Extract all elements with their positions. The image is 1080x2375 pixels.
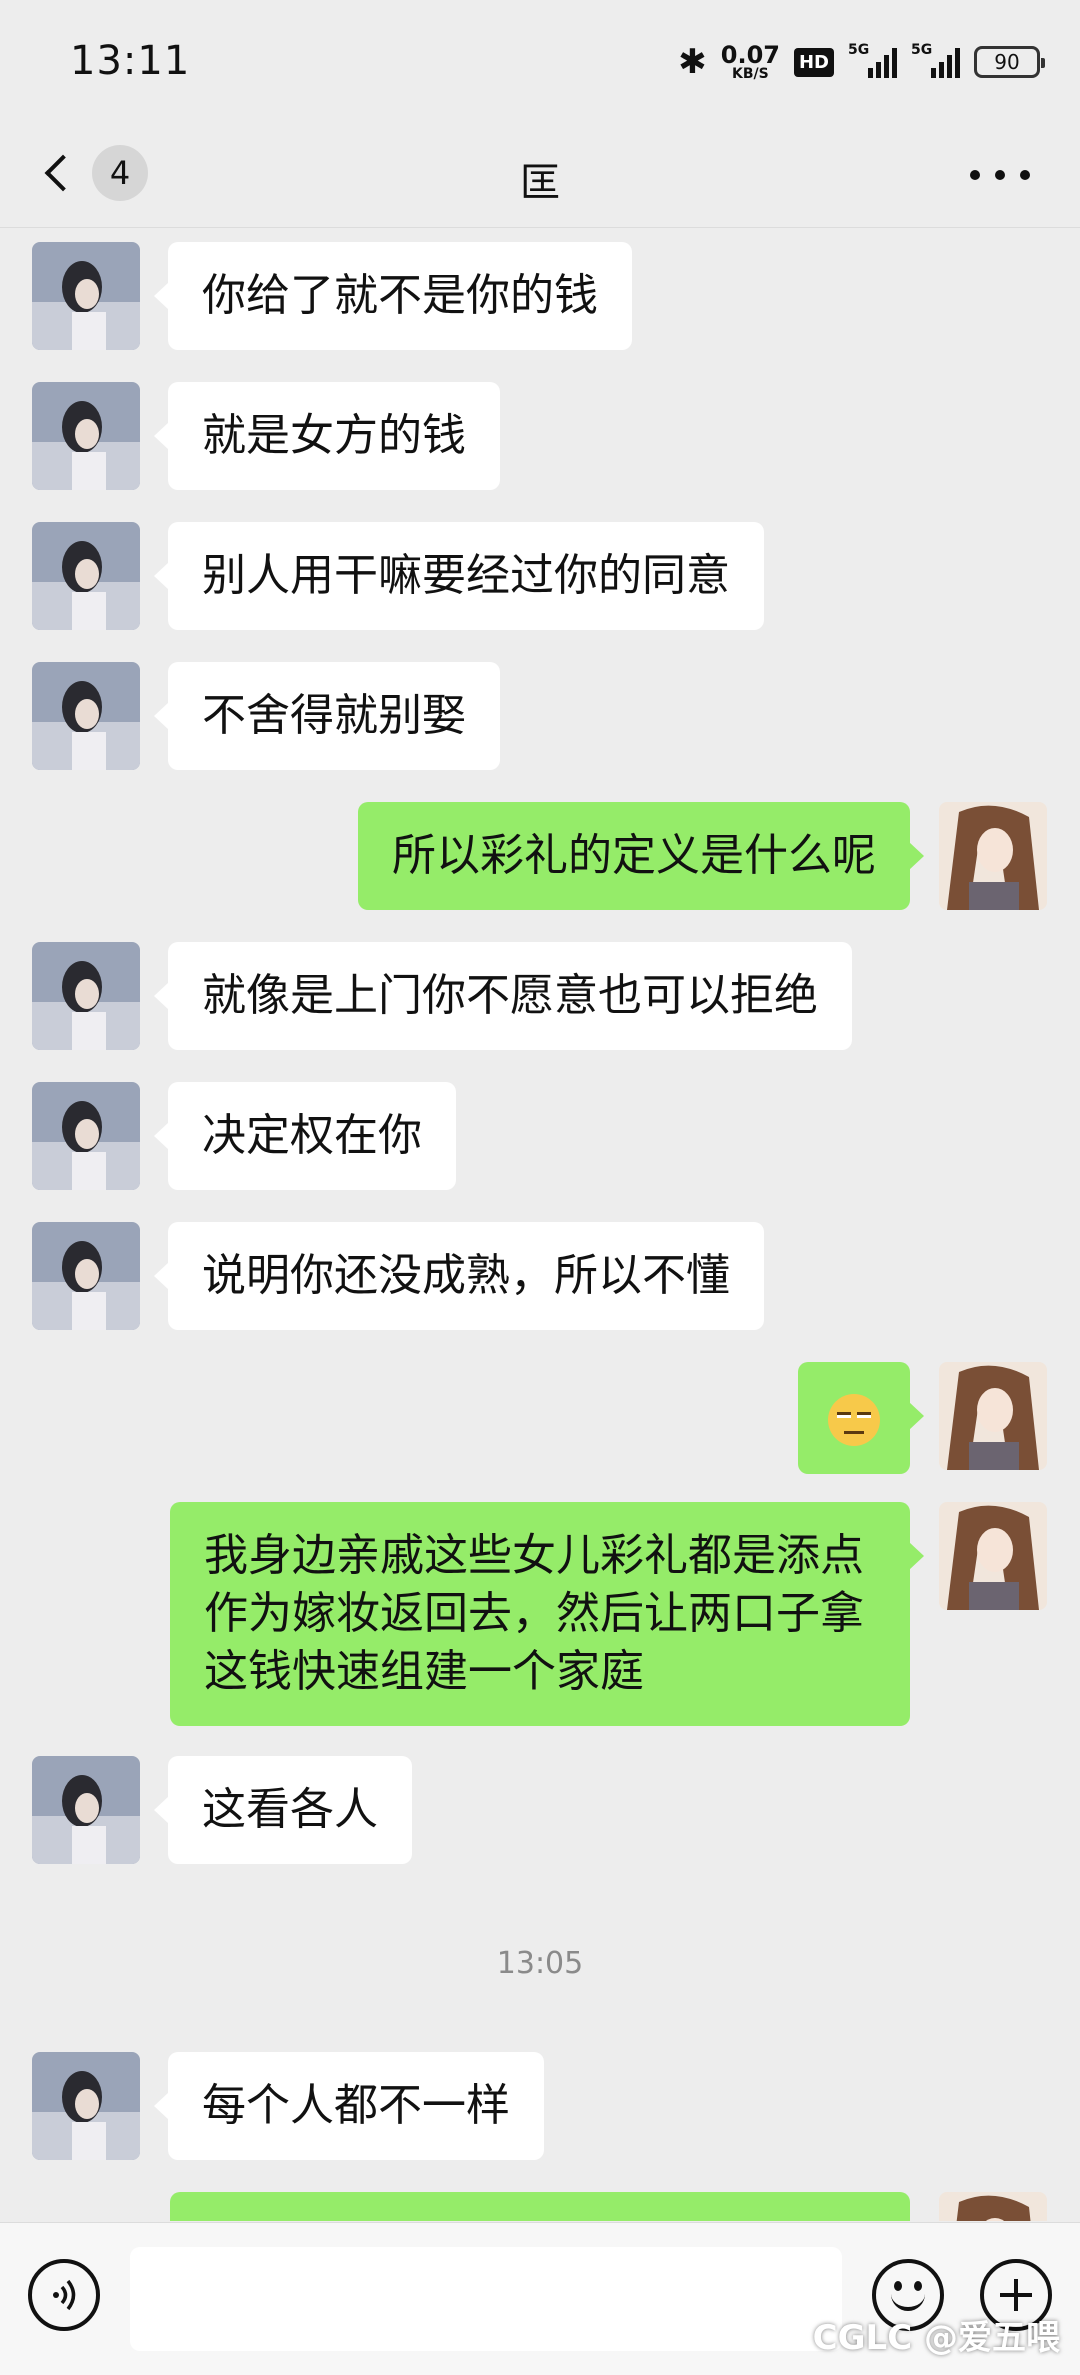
watermark: CGLC @爱五喂 <box>812 2318 1060 2358</box>
emoji-smile-icon <box>894 2281 902 2291</box>
contact-avatar[interactable] <box>32 382 140 490</box>
message-timestamp: 13:05 <box>496 1946 584 1981</box>
outgoing-message-bubble-partial[interactable] <box>170 2192 910 2221</box>
chat-title: 匡 <box>520 160 560 206</box>
contact-avatar[interactable] <box>32 2052 140 2160</box>
my-avatar[interactable] <box>939 802 1047 910</box>
message-list[interactable]: 你给了就不是你的钱 就是女方的钱 别人用干嘛要经过你的同意 不舍得就别娶 所以彩… <box>0 229 1080 2221</box>
bluetooth-icon: ✱ <box>678 42 707 82</box>
signal-2-label: 5G <box>911 42 933 58</box>
contact-avatar[interactable] <box>32 1222 140 1330</box>
signal-2-icon: 5G <box>911 42 960 78</box>
network-speed-value: 0.07 <box>720 41 780 69</box>
incoming-message-bubble[interactable]: 决定权在你 <box>154 1082 456 1190</box>
contact-avatar[interactable] <box>32 1756 140 1864</box>
outgoing-message-bubble[interactable]: 我身边亲戚这些女儿彩礼都是添点作为嫁妆返回去，然后让两口子拿这钱快速组建一个家庭 <box>170 1502 924 1726</box>
more-dots-icon <box>970 170 980 180</box>
contact-avatar[interactable] <box>32 242 140 350</box>
contact-avatar[interactable] <box>32 1082 140 1190</box>
contact-avatar[interactable] <box>32 662 140 770</box>
status-icons: ✱ 0.07 KB/S HD 5G 5G 90 <box>678 40 1045 84</box>
signal-1-icon: 5G <box>848 42 897 78</box>
status-bar: 13:11 ✱ 0.07 KB/S HD 5G 5G 90 <box>0 0 1080 120</box>
status-time: 13:11 <box>70 38 191 84</box>
network-speed-unit: KB/S <box>732 66 769 82</box>
incoming-message-bubble[interactable]: 每个人都不一样 <box>154 2052 544 2160</box>
more-options-button[interactable] <box>970 160 1030 190</box>
voice-icon <box>53 2279 76 2311</box>
battery-icon: 90 <box>974 46 1045 78</box>
incoming-message-bubble[interactable]: 就是女方的钱 <box>154 382 500 490</box>
battery-level: 90 <box>994 50 1020 74</box>
incoming-message-bubble[interactable]: 就像是上门你不愿意也可以拒绝 <box>154 942 852 1050</box>
contact-avatar[interactable] <box>32 522 140 630</box>
chat-header: 4 匡 <box>0 120 1080 228</box>
eye-roll-face-emoji-icon <box>828 1394 880 1446</box>
signal-1-label: 5G <box>848 42 870 58</box>
hd-voice-icon: HD <box>793 47 834 77</box>
network-speed: 0.07 KB/S <box>721 43 780 81</box>
outgoing-emoji-bubble[interactable] <box>798 1362 924 1474</box>
outgoing-message-bubble[interactable]: 所以彩礼的定义是什么呢 <box>358 802 924 910</box>
voice-input-button[interactable] <box>28 2259 100 2331</box>
my-avatar[interactable] <box>939 2192 1047 2221</box>
message-input[interactable] <box>130 2247 842 2351</box>
my-avatar[interactable] <box>939 1362 1047 1470</box>
my-avatar[interactable] <box>939 1502 1047 1610</box>
incoming-message-bubble[interactable]: 你给了就不是你的钱 <box>154 242 632 350</box>
contact-avatar[interactable] <box>32 942 140 1050</box>
incoming-message-bubble[interactable]: 别人用干嘛要经过你的同意 <box>154 522 764 630</box>
incoming-message-bubble[interactable]: 说明你还没成熟，所以不懂 <box>154 1222 764 1330</box>
incoming-message-bubble[interactable]: 不舍得就别娶 <box>154 662 500 770</box>
incoming-message-bubble[interactable]: 这看各人 <box>154 1756 412 1864</box>
